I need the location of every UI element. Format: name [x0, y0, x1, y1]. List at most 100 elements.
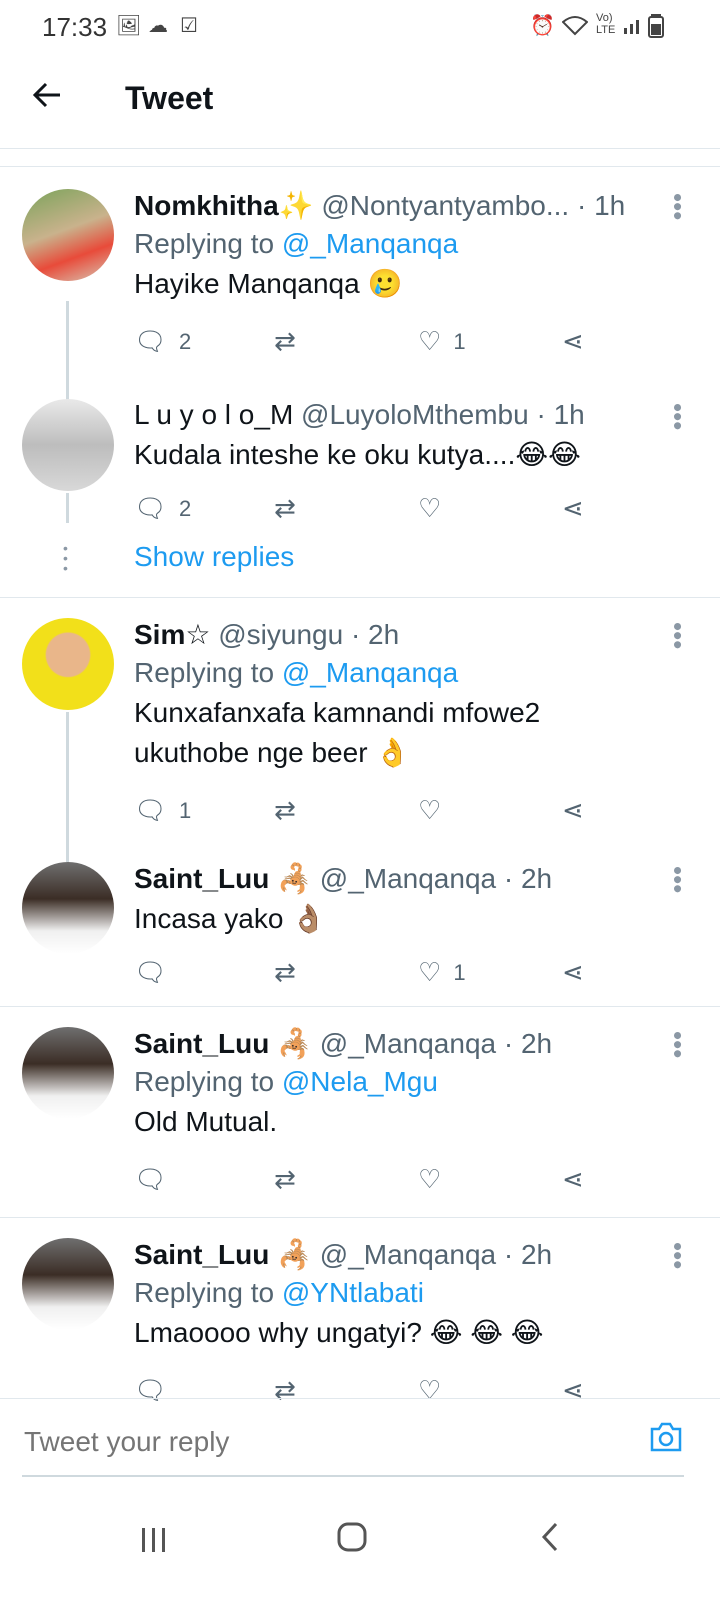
- reply-input[interactable]: [22, 1425, 566, 1459]
- tweet-card[interactable]: ••• Nomkhitha✨ @Nontyantyambo... · 1h Re…: [0, 167, 720, 413]
- mention-link[interactable]: @_Manqanqa: [282, 657, 458, 688]
- like-count: 1: [453, 959, 466, 985]
- tweet-actions: 🗨 2 ⇄ ♡ ⋖: [134, 493, 690, 533]
- gallery-icon: 🖼: [116, 15, 142, 37]
- divider: [0, 148, 720, 167]
- tweet-header: L u y o l o_M @LuyoloMthembu · 1h: [134, 399, 690, 431]
- retweet-icon: ⇄: [274, 957, 296, 987]
- display-name[interactable]: Saint_Luu 🦂: [134, 1028, 312, 1059]
- user-handle[interactable]: @_Manqanqa: [320, 863, 496, 894]
- retweet-button[interactable]: ⇄: [274, 493, 308, 524]
- retweet-icon: ⇄: [274, 493, 296, 523]
- share-icon: ⋖: [562, 795, 584, 825]
- user-handle[interactable]: @siyungu: [218, 619, 343, 650]
- mention-link[interactable]: @_Manqanqa: [282, 228, 458, 259]
- volte-icon: Vo) LTE: [596, 12, 616, 36]
- reply-count: 1: [179, 797, 192, 823]
- tweet-card[interactable]: ••• L u y o l o_M @LuyoloMthembu · 1h Ku…: [0, 383, 720, 597]
- like-button[interactable]: ♡ 1: [418, 957, 466, 988]
- avatar[interactable]: [22, 862, 114, 954]
- back-nav-icon[interactable]: [520, 1512, 580, 1572]
- reply-count: 2: [179, 495, 192, 521]
- like-button[interactable]: ♡: [418, 493, 453, 524]
- reply-count: 2: [179, 328, 192, 354]
- heart-icon: ♡: [418, 957, 442, 987]
- reply-icon: 🗨: [134, 795, 168, 825]
- display-name[interactable]: L u y o l o_M: [134, 399, 293, 430]
- reply-icon: 🗨: [134, 493, 168, 523]
- timestamp: · 2h: [503, 1239, 553, 1270]
- status-time: 17:33: [42, 12, 108, 42]
- retweet-icon: ⇄: [274, 1164, 296, 1194]
- tweet-actions: 🗨 1 ⇄ ♡ ⋖: [134, 795, 690, 835]
- retweet-button[interactable]: ⇄: [274, 1164, 308, 1195]
- tweet-text: Kunxafanxafa kamnandi mfowe2 ukuthobe ng…: [134, 697, 541, 768]
- reply-icon: 🗨: [134, 1164, 168, 1194]
- recent-apps-icon[interactable]: [124, 1512, 184, 1572]
- reply-button[interactable]: 🗨 1: [134, 795, 191, 826]
- tweet-actions: 🗨 2 ⇄ ♡ 1 ⋖: [134, 326, 690, 366]
- retweet-button[interactable]: ⇄: [274, 957, 308, 988]
- avatar[interactable]: [22, 1238, 114, 1330]
- reply-icon: 🗨: [134, 957, 168, 987]
- reply-feed[interactable]: ••• Nomkhitha✨ @Nontyantyambo... · 1h Re…: [0, 148, 720, 1428]
- mention-link[interactable]: @YNtlabati: [282, 1277, 424, 1308]
- tweet-actions: 🗨 ⇄ ♡ ⋖: [134, 1164, 690, 1204]
- thread-dots: • • •: [63, 540, 68, 576]
- like-button[interactable]: ♡: [418, 1164, 453, 1195]
- tweet-card[interactable]: ••• Saint_Luu 🦂 @_Manqanqa · 2h Replying…: [0, 1218, 720, 1428]
- avatar[interactable]: [22, 399, 114, 491]
- tweet-header: Saint_Luu 🦂 @_Manqanqa · 2h: [134, 1238, 690, 1271]
- user-handle[interactable]: @_Manqanqa: [320, 1239, 496, 1270]
- page-title: Tweet: [125, 80, 214, 116]
- like-button[interactable]: ♡ 1: [418, 326, 466, 357]
- reply-button[interactable]: 🗨: [134, 1164, 179, 1195]
- timestamp: · 1h: [576, 190, 626, 221]
- camera-icon[interactable]: [646, 1421, 686, 1461]
- status-bar: 17:33 🖼 ☁ ☑ ⏰ Vo) LTE: [0, 0, 720, 52]
- display-name[interactable]: Saint_Luu 🦂: [134, 863, 312, 894]
- like-count: 1: [453, 328, 466, 354]
- avatar[interactable]: [22, 1027, 114, 1119]
- share-icon: ⋖: [562, 493, 584, 523]
- tweet-text: Lmaoooo why ungatyi? 😂 😂 😂: [134, 1317, 544, 1348]
- share-icon: ⋖: [562, 957, 584, 987]
- share-button[interactable]: ⋖: [562, 957, 596, 988]
- replying-to: Replying to @_Manqanqa: [134, 657, 690, 689]
- replying-to: Replying to @_Manqanqa: [134, 228, 690, 260]
- tweet-card[interactable]: ••• Saint_Luu 🦂 @_Manqanqa · 2h Replying…: [0, 1007, 720, 1217]
- checkbox-icon: ☑: [180, 15, 198, 37]
- avatar[interactable]: [22, 189, 114, 281]
- back-arrow-icon[interactable]: [30, 78, 70, 118]
- tweet-card[interactable]: ••• Saint_Luu 🦂 @_Manqanqa · 2h Incasa y…: [0, 844, 720, 1006]
- share-button[interactable]: ⋖: [562, 795, 596, 826]
- display-name[interactable]: Saint_Luu 🦂: [134, 1239, 312, 1270]
- retweet-button[interactable]: ⇄: [274, 326, 308, 357]
- user-handle[interactable]: @_Manqanqa: [320, 1028, 496, 1059]
- mention-link[interactable]: @Nela_Mgu: [282, 1066, 438, 1097]
- retweet-button[interactable]: ⇄: [274, 795, 308, 826]
- share-button[interactable]: ⋖: [562, 493, 596, 524]
- replying-to-label: Replying to: [134, 1066, 275, 1097]
- tweet-card[interactable]: ••• Sim☆ @siyungu · 2h Replying to @_Man…: [0, 598, 720, 862]
- home-icon[interactable]: [322, 1512, 382, 1572]
- reply-button[interactable]: 🗨 2: [134, 326, 191, 357]
- share-button[interactable]: ⋖: [562, 326, 596, 357]
- tweet-text: Old Mutual.: [134, 1106, 278, 1137]
- user-handle[interactable]: @Nontyantyambo...: [321, 190, 569, 221]
- wifi-icon: [561, 14, 589, 42]
- tweet-header: Sim☆ @siyungu · 2h: [134, 618, 690, 651]
- user-handle[interactable]: @LuyoloMthembu: [301, 399, 529, 430]
- replying-to-label: Replying to: [134, 1277, 275, 1308]
- system-nav-bar: [0, 1488, 720, 1600]
- avatar[interactable]: [22, 618, 114, 710]
- like-button[interactable]: ♡: [418, 795, 453, 826]
- reply-icon: 🗨: [134, 326, 168, 356]
- show-replies-link[interactable]: Show replies: [134, 541, 294, 573]
- share-button[interactable]: ⋖: [562, 1164, 596, 1195]
- display-name[interactable]: Sim☆: [134, 619, 210, 650]
- reply-button[interactable]: 🗨: [134, 957, 179, 988]
- display-name[interactable]: Nomkhitha✨: [134, 190, 314, 221]
- thread-line: [66, 712, 69, 862]
- reply-button[interactable]: 🗨 2: [134, 493, 191, 524]
